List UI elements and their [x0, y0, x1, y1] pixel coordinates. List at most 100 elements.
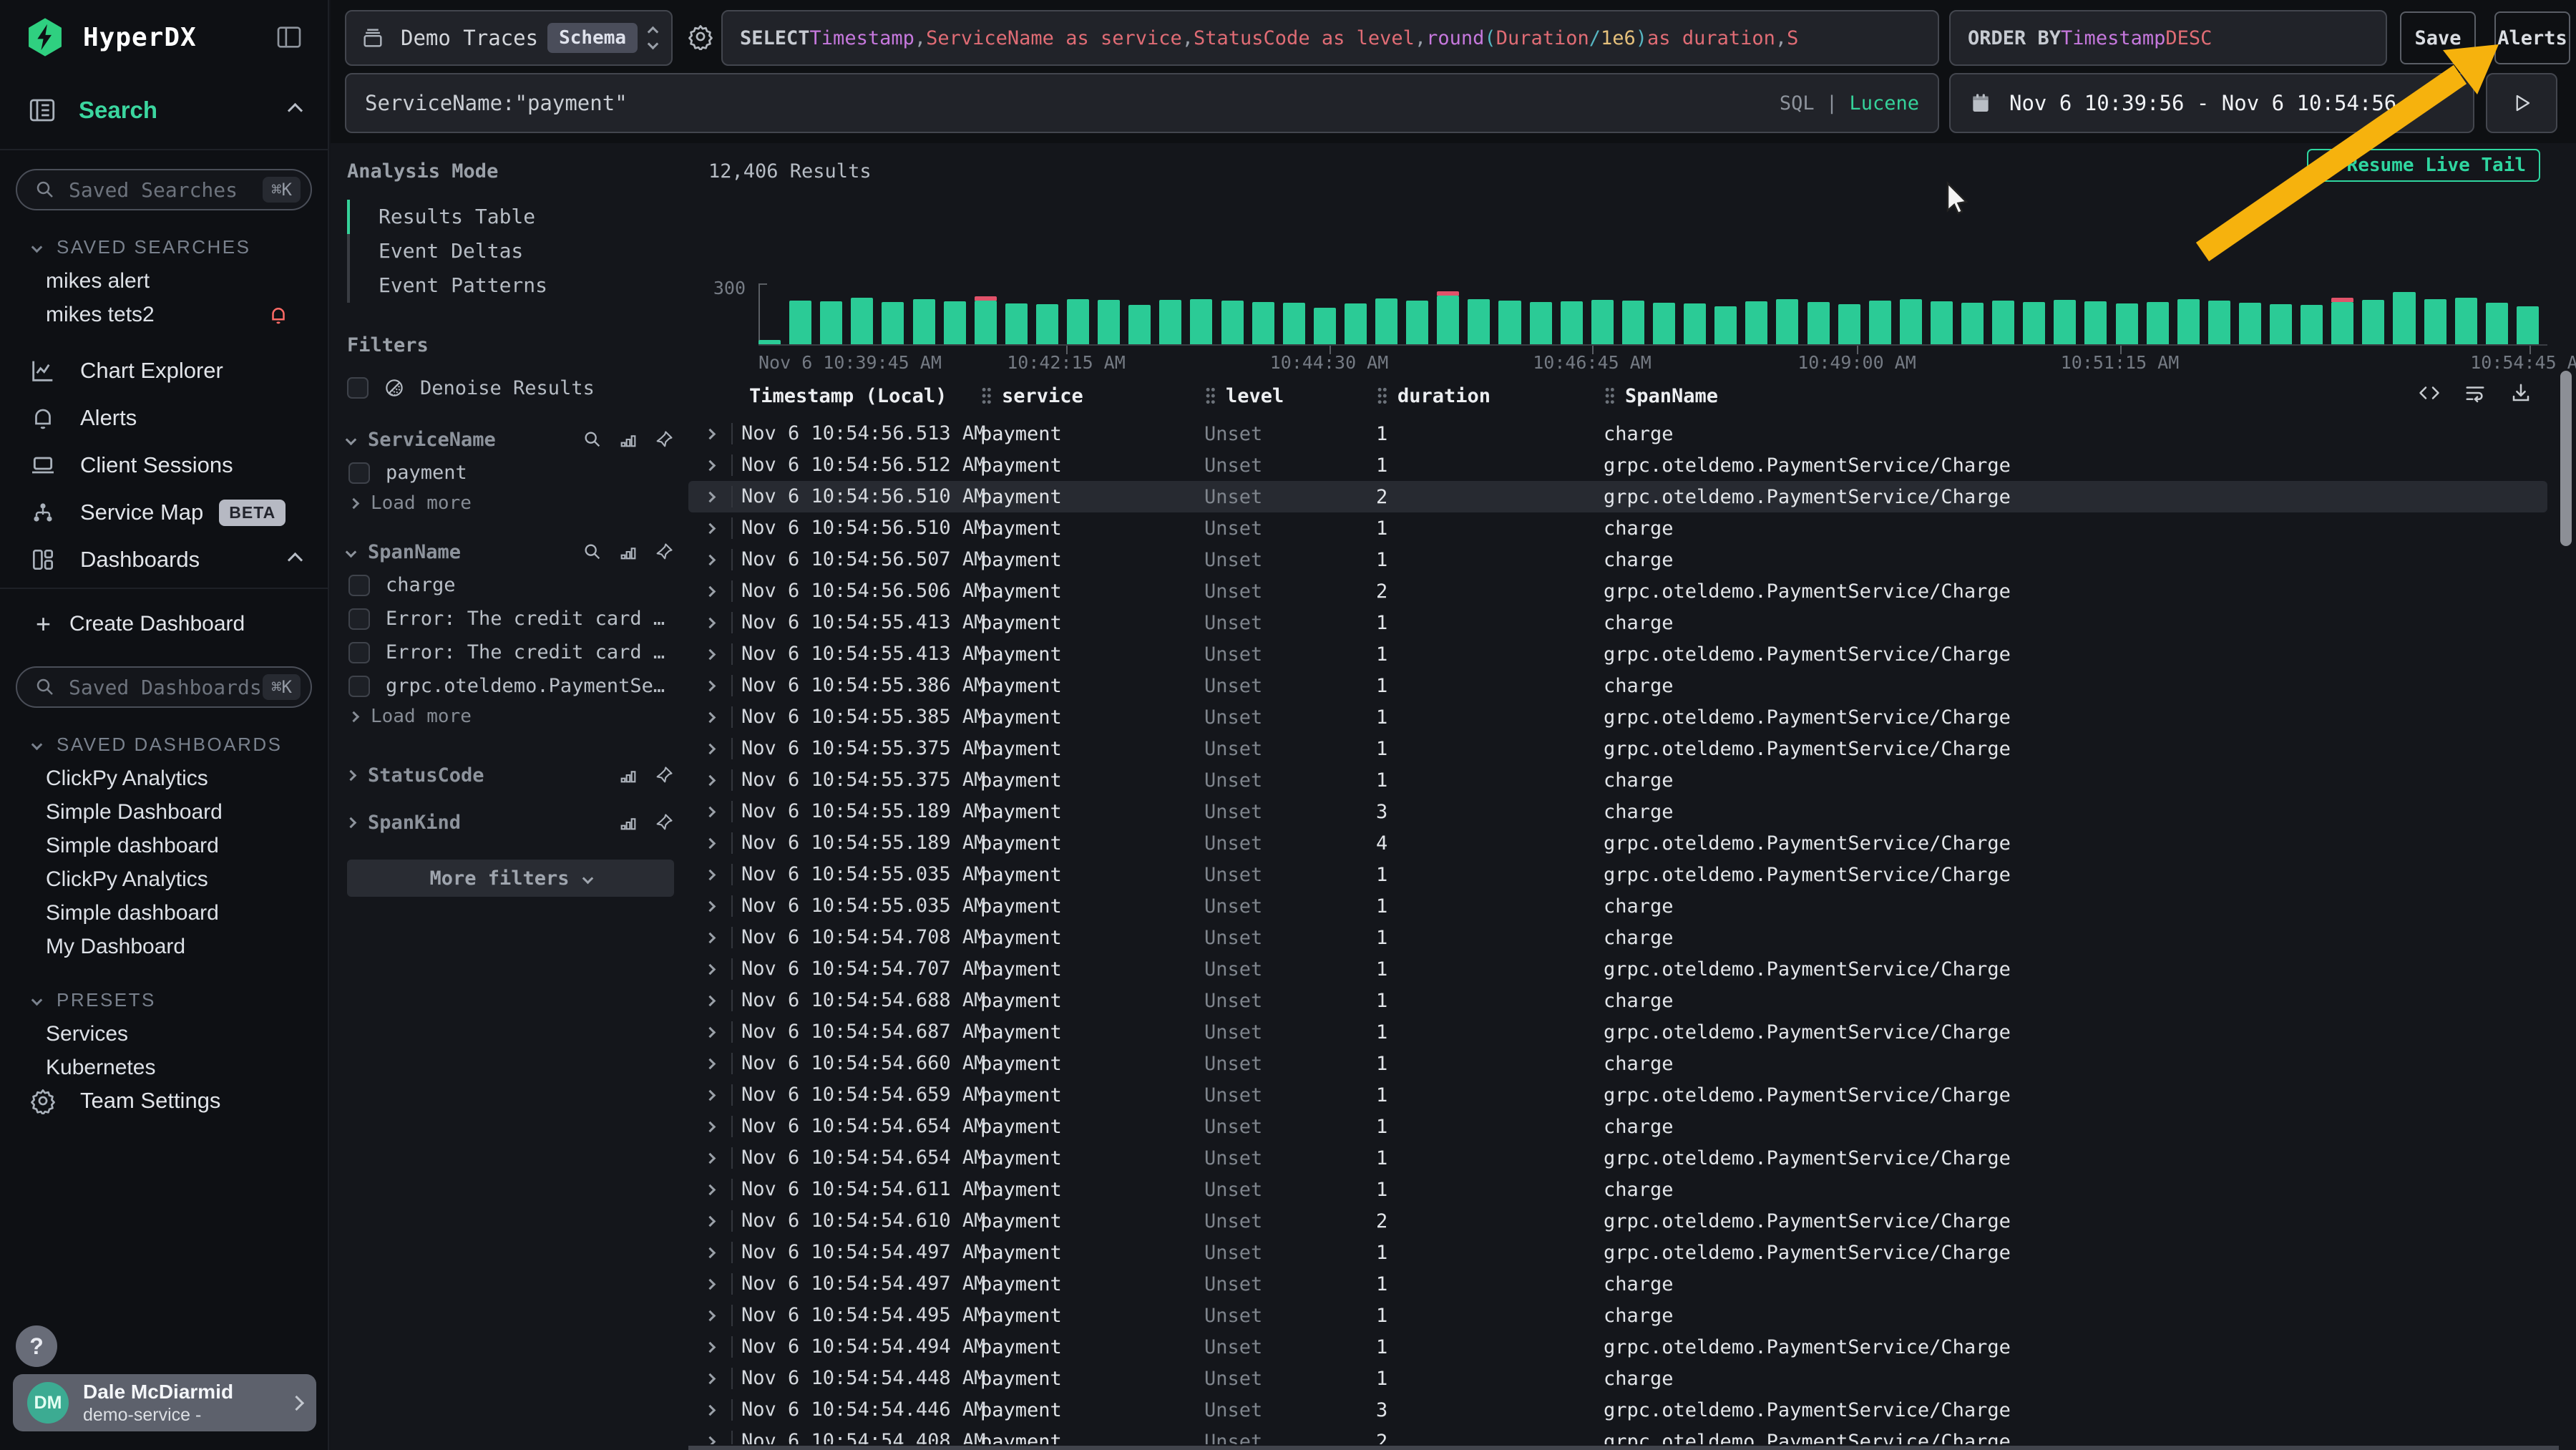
histogram-bar[interactable]: [1283, 303, 1305, 344]
alerts-button[interactable]: Alerts: [2494, 11, 2570, 64]
table-row[interactable]: Nov 6 10:54:54.495 AMpaymentUnset1charge: [688, 1300, 2547, 1331]
date-range-picker[interactable]: Nov 6 10:39:56 - Nov 6 10:54:56: [1949, 73, 2474, 133]
table-row[interactable]: Nov 6 10:54:54.654 AMpaymentUnset1charge: [688, 1111, 2547, 1142]
row-expander-icon[interactable]: [688, 1249, 731, 1257]
dashboard-item[interactable]: Simple Dashboard: [46, 795, 328, 829]
histogram-bar[interactable]: [2517, 306, 2539, 344]
preset-item[interactable]: Services: [46, 1017, 328, 1051]
row-expander-icon[interactable]: [688, 1217, 731, 1225]
histogram-bar[interactable]: [2270, 304, 2292, 344]
filter-group-servicename[interactable]: ServiceName: [347, 424, 674, 455]
checkbox[interactable]: [348, 642, 370, 663]
sidebar-item-alerts[interactable]: Alerts: [0, 394, 328, 442]
histogram-bar[interactable]: [851, 298, 873, 344]
table-row[interactable]: Nov 6 10:54:54.708 AMpaymentUnset1charge: [688, 922, 2547, 953]
sidebar-item-client-sessions[interactable]: Client Sessions: [0, 442, 328, 489]
table-row[interactable]: Nov 6 10:54:54.494 AMpaymentUnset1grpc.o…: [688, 1331, 2547, 1363]
checkbox[interactable]: [348, 462, 370, 484]
histogram-bar[interactable]: [944, 301, 966, 344]
filter-group-statuscode[interactable]: StatusCode: [347, 759, 674, 791]
pin-icon[interactable]: [654, 429, 674, 449]
table-row[interactable]: Nov 6 10:54:55.035 AMpaymentUnset1grpc.o…: [688, 859, 2547, 890]
run-query-button[interactable]: [2486, 73, 2557, 133]
histogram-bar[interactable]: [1992, 301, 2014, 344]
denoise-results-toggle[interactable]: Denoise Results: [347, 376, 674, 399]
dashboard-item[interactable]: ClickPy Analytics: [46, 762, 328, 795]
table-row[interactable]: Nov 6 10:54:54.446 AMpaymentUnset3grpc.o…: [688, 1394, 2547, 1426]
filter-item-error2[interactable]: Error: The credit card …: [347, 636, 674, 668]
histogram-bar[interactable]: [2393, 292, 2415, 344]
histogram-bar[interactable]: [1468, 299, 1490, 344]
histogram-bar[interactable]: [1252, 302, 1274, 344]
histogram-bar[interactable]: [1900, 299, 1922, 344]
histogram-bar[interactable]: [1498, 301, 1521, 344]
dashboard-item[interactable]: ClickPy Analytics: [46, 862, 328, 896]
table-row[interactable]: Nov 6 10:54:54.687 AMpaymentUnset1grpc.o…: [688, 1016, 2547, 1048]
histogram-bar[interactable]: [2486, 303, 2508, 344]
sidebar-collapse-icon[interactable]: [275, 23, 303, 52]
drag-handle-icon[interactable]: [980, 386, 992, 405]
histogram-bar[interactable]: [1684, 303, 1706, 344]
row-expander-icon[interactable]: [688, 1438, 731, 1445]
histogram-bar[interactable]: [975, 301, 997, 344]
language-toggle[interactable]: SQL | Lucene: [1780, 92, 1919, 115]
histogram-bar[interactable]: [1036, 304, 1058, 344]
more-filters-button[interactable]: More filters: [347, 860, 674, 897]
row-expander-icon[interactable]: [688, 1186, 731, 1194]
histogram-bar[interactable]: [913, 299, 935, 344]
histogram-bar[interactable]: [1714, 306, 1737, 344]
wrap-text-icon[interactable]: [2463, 382, 2487, 404]
table-row[interactable]: Nov 6 10:54:55.375 AMpaymentUnset1grpc.o…: [688, 733, 2547, 764]
histogram-bar[interactable]: [1005, 303, 1028, 344]
table-row[interactable]: Nov 6 10:54:56.510 AMpaymentUnset1charge: [688, 512, 2547, 544]
row-expander-icon[interactable]: [688, 556, 731, 564]
row-expander-icon[interactable]: [688, 777, 731, 784]
pin-icon[interactable]: [654, 542, 674, 562]
table-row[interactable]: Nov 6 10:54:54.408 AMpaymentUnset2grpc.o…: [688, 1426, 2547, 1444]
drag-handle-icon[interactable]: [1604, 386, 1615, 405]
table-row[interactable]: Nov 6 10:54:54.448 AMpaymentUnset1charge: [688, 1363, 2547, 1394]
sidebar-item-dashboards[interactable]: Dashboards: [0, 536, 328, 583]
table-row[interactable]: Nov 6 10:54:55.385 AMpaymentUnset1grpc.o…: [688, 701, 2547, 733]
col-service[interactable]: service: [980, 385, 1204, 407]
code-icon[interactable]: [2417, 382, 2441, 404]
sidebar-item-mikes-tets2[interactable]: mikes tets2: [46, 298, 328, 331]
row-expander-icon[interactable]: [688, 902, 731, 910]
histogram-bar[interactable]: [1314, 308, 1336, 344]
create-dashboard-button[interactable]: + Create Dashboard: [0, 600, 328, 648]
row-expander-icon[interactable]: [688, 808, 731, 816]
source-select[interactable]: Demo Traces Schema: [345, 10, 673, 66]
save-button[interactable]: Save: [2400, 11, 2476, 64]
mode-event-patterns[interactable]: Event Patterns: [350, 268, 674, 303]
row-expander-icon[interactable]: [688, 1312, 731, 1320]
histogram-bar[interactable]: [2362, 300, 2384, 344]
vertical-scrollbar[interactable]: [2560, 371, 2572, 546]
histogram-bar[interactable]: [1375, 298, 1397, 344]
histogram-bar[interactable]: [2208, 301, 2230, 344]
histogram-bar[interactable]: [1561, 301, 1583, 344]
histogram-bar[interactable]: [1591, 300, 1614, 344]
row-expander-icon[interactable]: [688, 588, 731, 595]
row-expander-icon[interactable]: [688, 1406, 731, 1414]
row-expander-icon[interactable]: [688, 619, 731, 627]
histogram-bar[interactable]: [2455, 298, 2477, 344]
row-expander-icon[interactable]: [688, 1060, 731, 1068]
row-expander-icon[interactable]: [688, 525, 731, 532]
table-row[interactable]: Nov 6 10:54:54.497 AMpaymentUnset1grpc.o…: [688, 1237, 2547, 1268]
filter-item-grpc[interactable]: grpc.oteldemo.PaymentSe…: [347, 670, 674, 702]
histogram-bar[interactable]: [1931, 301, 1953, 344]
table-row[interactable]: Nov 6 10:54:55.413 AMpaymentUnset1grpc.o…: [688, 638, 2547, 670]
histogram-bar[interactable]: [1961, 303, 1984, 344]
histogram-bar[interactable]: [2239, 303, 2261, 344]
histogram-bar[interactable]: [1221, 301, 1244, 344]
pin-icon[interactable]: [654, 765, 674, 785]
checkbox[interactable]: [348, 575, 370, 596]
histogram-bar[interactable]: [758, 340, 781, 344]
filter-group-spankind[interactable]: SpanKind: [347, 807, 674, 838]
resume-live-tail-button[interactable]: Resume Live Tail: [2307, 149, 2540, 182]
histogram-bar[interactable]: [1190, 299, 1212, 344]
histogram-bar[interactable]: [2084, 301, 2107, 344]
histogram-bar[interactable]: [1345, 303, 1367, 344]
table-row[interactable]: Nov 6 10:54:54.707 AMpaymentUnset1grpc.o…: [688, 953, 2547, 985]
chevron-up-icon[interactable]: [288, 552, 303, 567]
